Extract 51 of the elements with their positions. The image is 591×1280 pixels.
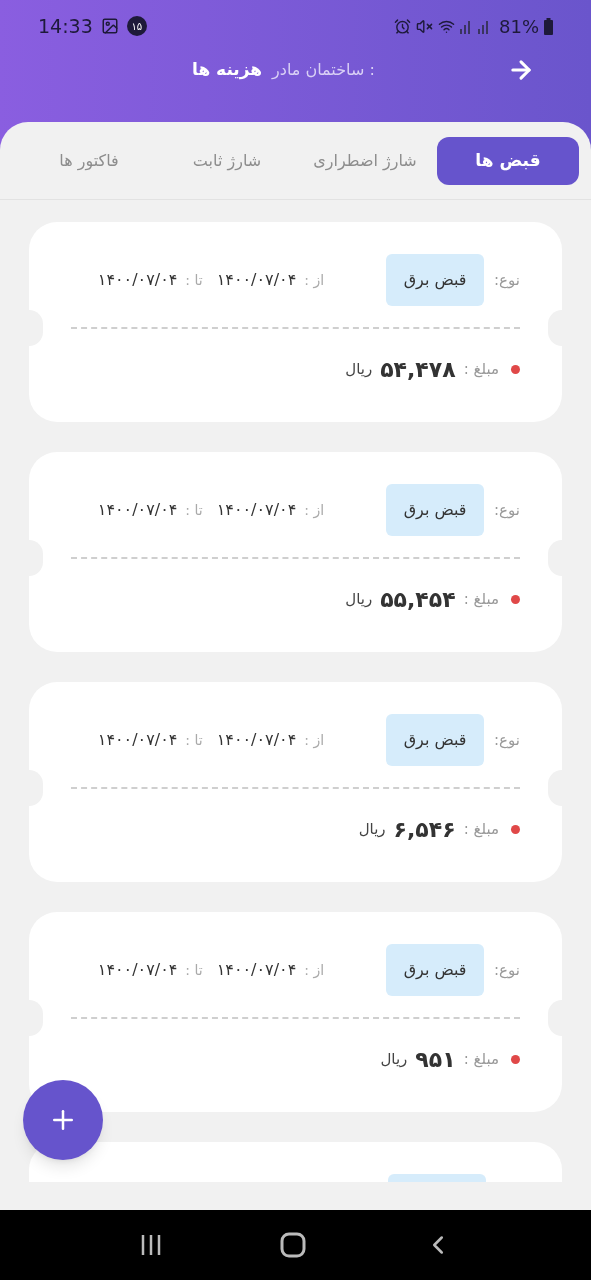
type-label: نوع:: [494, 959, 520, 981]
from-label: از :: [304, 960, 325, 981]
type-chip: قبض برق: [386, 944, 485, 996]
mute-icon: [416, 17, 433, 35]
amount-label: مبلغ :: [463, 819, 499, 841]
to-label: تا :: [185, 270, 203, 290]
from-label: از :: [304, 730, 325, 751]
tab[interactable]: قبض ها: [437, 136, 579, 185]
amount-value: ۵۵,۴۵۴: [380, 586, 456, 614]
image-icon: [100, 17, 119, 35]
building-label: ساختمان مادر :: [272, 59, 375, 81]
from-label: از :: [304, 270, 325, 291]
to-date: ۱۴۰۰/۰۷/۰۴: [97, 499, 178, 521]
type-chip: قبض برق: [386, 714, 485, 766]
to-label: تا :: [185, 960, 203, 980]
type-label: نوع:: [494, 729, 520, 751]
from-date: ۱۴۰۰/۰۷/۰۴: [216, 729, 297, 751]
bill-card[interactable]: نوع: قبض برق از : ۱۴۰۰/۰۷/۰۴ تا : ۱۴۰۰/۰۷/۰۴ مبلغ : ۵۴,۴۷۸ ریال: [29, 222, 562, 422]
page-title: هزینه ها: [192, 58, 263, 82]
status-time: 14:33: [38, 13, 93, 39]
amount-label: مبلغ :: [463, 589, 499, 611]
alarm-icon: [394, 17, 411, 35]
currency-label: ریال: [380, 1049, 408, 1071]
type-label: نوع:: [494, 499, 520, 521]
to-date: ۱۴۰۰/۰۷/۰۴: [97, 269, 178, 291]
bill-card[interactable]: نوع: قبض برق از : ۱۴۰۰/۰۷/۰۴ تا : ۱۴۰۰/۰۷/۰۴ مبلغ : ۹۵۱ ریال: [29, 912, 562, 1112]
currency-label: ریال: [345, 359, 373, 381]
battery-percent: 81%: [499, 14, 539, 39]
battery-icon: [544, 17, 553, 35]
notification-badge: ۱۵: [126, 16, 147, 36]
bill-card[interactable]: نوع: قبض برق از : ۱۴۰۰/۰۷/۰۴ تا : ۱۴۰۰/۰۷/۰۴ مبلغ : ۵۵,۴۵۴ ریال: [29, 452, 562, 652]
amount-value: ۵۴,۴۷۸: [380, 356, 456, 384]
to-label: تا :: [185, 730, 203, 750]
amount-label: مبلغ :: [463, 359, 499, 381]
amount-value: ۶,۵۴۶: [393, 816, 456, 844]
currency-label: ریال: [345, 589, 373, 611]
currency-label: ریال: [358, 819, 386, 841]
from-label: از :: [304, 500, 325, 521]
amount-value: ۹۵۱: [415, 1046, 456, 1074]
home-icon[interactable]: [279, 1232, 306, 1258]
bill-card[interactable]: نوع: قبض برق از : ۱۴۰۰/۰۷/۰۴ تا : ۱۴۰۰/۰۷/۰۴ مبلغ : ۶,۵۴۶ ریال: [29, 682, 562, 882]
type-label: نوع:: [494, 269, 520, 291]
to-date: ۱۴۰۰/۰۷/۰۴: [97, 729, 178, 751]
to-label: تا :: [185, 500, 203, 520]
amount-label: مبلغ :: [463, 1049, 499, 1071]
from-date: ۱۴۰۰/۰۷/۰۴: [216, 499, 297, 521]
from-date: ۱۴۰۰/۰۷/۰۴: [216, 269, 297, 291]
to-date: ۱۴۰۰/۰۷/۰۴: [97, 959, 178, 981]
type-chip: قبض برق: [386, 484, 485, 536]
type-chip: قبض برق: [386, 254, 485, 306]
from-date: ۱۴۰۰/۰۷/۰۴: [216, 959, 297, 981]
